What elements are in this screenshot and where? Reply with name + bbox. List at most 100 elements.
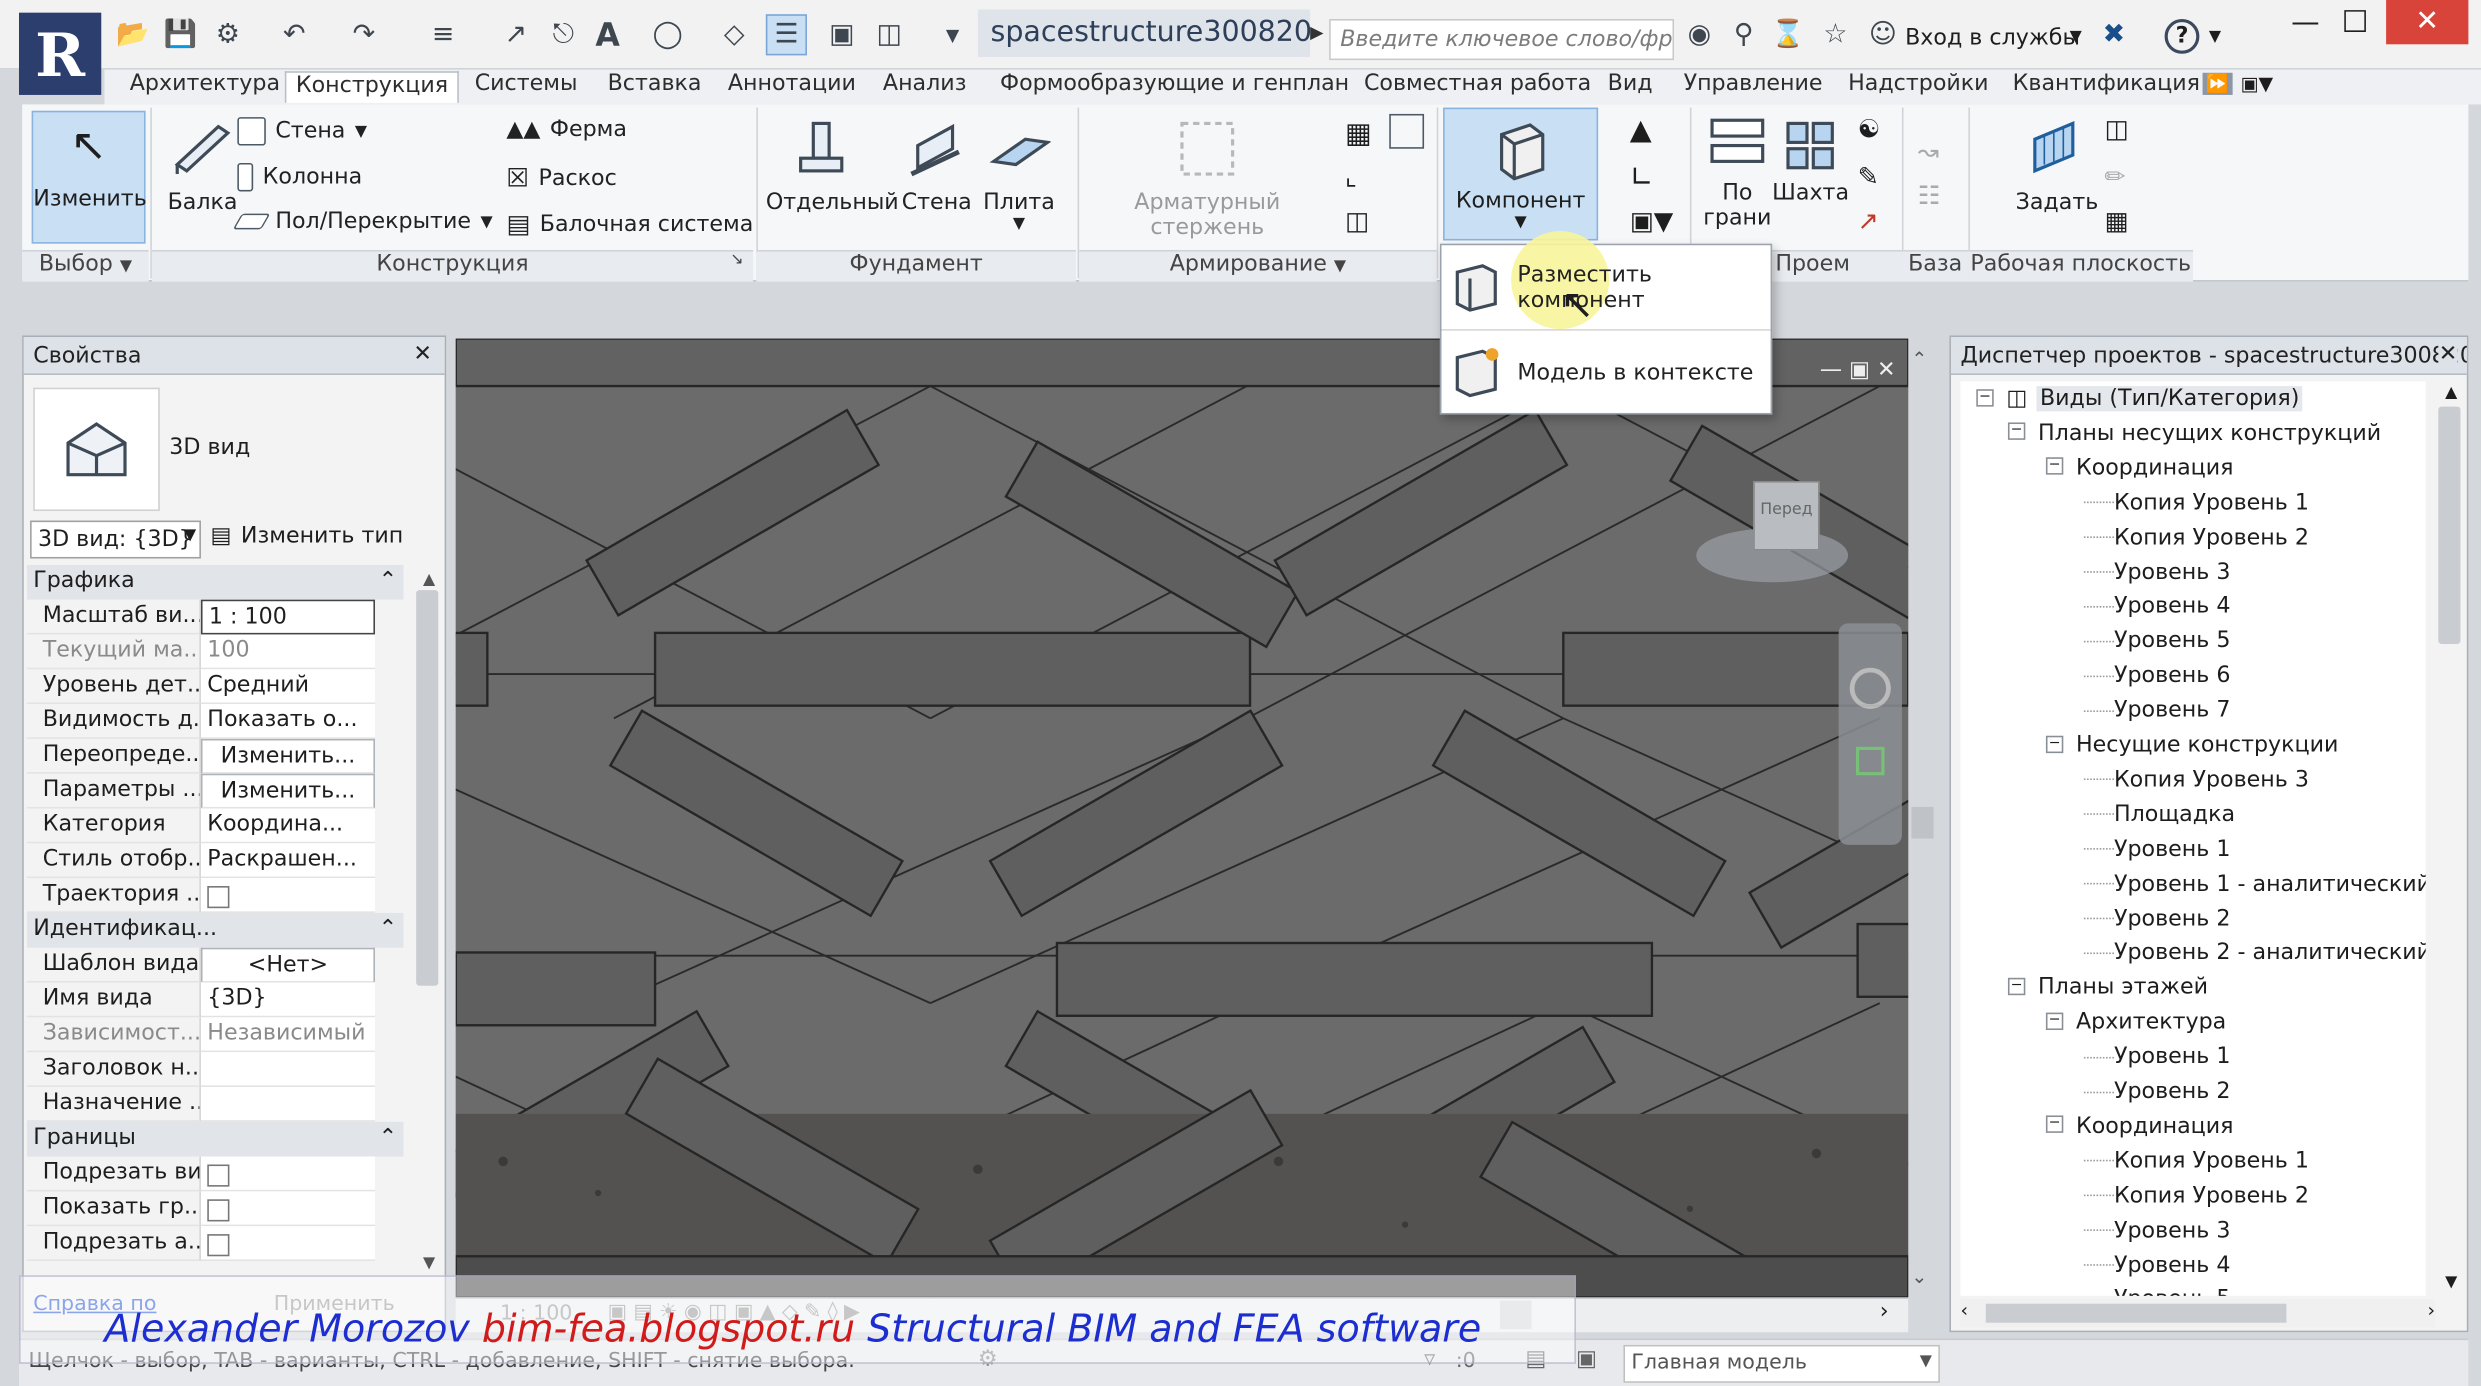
- viewport-vscroll-down-icon[interactable]: ⌄: [1911, 1266, 1927, 1288]
- tree-view-item[interactable]: Площадка: [2083, 797, 2235, 832]
- search-input[interactable]: Введите ключевое слово/фразу: [1329, 18, 1675, 61]
- tree-collapse-icon[interactable]: −: [2007, 423, 2026, 441]
- floor-button[interactable]: Пол/Перекрытие ▼: [232, 209, 493, 234]
- subscription-icon[interactable]: ⚲: [1728, 19, 1760, 51]
- wall-opening-icon[interactable]: ☯: [1858, 114, 1881, 144]
- navigation-bar[interactable]: [1838, 623, 1902, 845]
- steering-wheel-icon[interactable]: [1849, 667, 1891, 709]
- tabs-overflow-icon[interactable]: ⏩: [2202, 72, 2233, 95]
- tree-hscroll-left-icon[interactable]: ‹: [1960, 1299, 1968, 1321]
- active-model-selector[interactable]: Главная модель ▼: [1623, 1344, 1940, 1383]
- tab-view[interactable]: Вид: [1608, 71, 1653, 103]
- tree-view-item[interactable]: Уровень 2: [2083, 901, 2230, 936]
- thin-lines-icon[interactable]: ☰: [765, 14, 807, 56]
- editable-only-icon[interactable]: ▣: [1576, 1346, 1597, 1371]
- viewport-vscroll-up-icon[interactable]: ⌃: [1911, 348, 1927, 370]
- tree-collapse-icon[interactable]: −: [2045, 1012, 2064, 1030]
- help-icon[interactable]: ?: [2164, 18, 2200, 54]
- tree-view-item[interactable]: Уровень 4: [2083, 1248, 2230, 1283]
- tab-annotate[interactable]: Аннотации: [728, 71, 856, 103]
- props-scrollbar[interactable]: [416, 590, 439, 986]
- measure-icon[interactable]: ≡: [427, 19, 459, 51]
- tree-node[interactable]: − ◫ Виды (Тип/Категория): [1976, 381, 2303, 416]
- model-text-icon[interactable]: ▲: [1630, 114, 1652, 147]
- signin-button[interactable]: Вход в службы: [1905, 25, 2080, 50]
- tab-structure[interactable]: Конструкция: [284, 71, 460, 103]
- property-section[interactable]: Графика ⌃: [26, 564, 404, 600]
- show-workplane-icon[interactable]: ◫: [2104, 114, 2128, 144]
- tree-node[interactable]: − Несущие конструкции: [2045, 728, 2338, 763]
- model-in-place-item[interactable]: Модель в контексте: [1448, 337, 1768, 410]
- collapse-chevron-icon[interactable]: ⌃: [379, 1125, 398, 1153]
- minimize-ribbon-icon[interactable]: ▣▼: [2241, 73, 2274, 95]
- tree-scroll-up-icon[interactable]: ▲: [2445, 384, 2457, 401]
- beam-system-button[interactable]: ▤ Балочная система: [506, 209, 753, 239]
- tree-node[interactable]: − Архитектура: [2045, 1005, 2226, 1040]
- communication-icon[interactable]: ⌛: [1771, 19, 1805, 51]
- view-type-selector[interactable]: 3D вид: {3D} ▼: [30, 520, 201, 559]
- property-checkbox[interactable]: [207, 1234, 230, 1257]
- model-line-icon[interactable]: ∟: [1630, 161, 1654, 194]
- property-button[interactable]: Изменить...: [200, 738, 376, 774]
- tab-quantification[interactable]: Квантификация: [2013, 71, 2200, 103]
- tree-view-item[interactable]: Уровень 5: [2084, 1282, 2230, 1296]
- minimize-icon[interactable]: —: [2291, 6, 2319, 39]
- area-reinforcement-icon[interactable]: ▦: [1345, 117, 1372, 150]
- property-value[interactable]: Раскрашен...: [200, 843, 376, 879]
- tree-collapse-icon[interactable]: −: [2045, 1116, 2064, 1134]
- tree-hscrollbar[interactable]: ‹ ›: [1960, 1298, 2436, 1328]
- tree-collapse-icon[interactable]: −: [2045, 457, 2064, 476]
- by-face-button[interactable]: По грани: [1696, 114, 1778, 231]
- tree-collapse-icon[interactable]: −: [2007, 977, 2026, 995]
- property-value[interactable]: Показать о...: [200, 704, 376, 739]
- tree-view-item[interactable]: Уровень 6: [2083, 658, 2230, 693]
- tab-collaborate[interactable]: Совместная работа: [1364, 71, 1591, 103]
- vertical-opening-icon[interactable]: ✎: [1858, 161, 1879, 191]
- tree-view-item[interactable]: Копия Уровень 2: [2083, 520, 2309, 555]
- tree-view-item[interactable]: Копия Уровень 2: [2083, 1178, 2309, 1213]
- close-window-icon[interactable]: ✕: [2386, 0, 2469, 45]
- tree-hscroll-right-icon[interactable]: ›: [2428, 1299, 2436, 1321]
- tree-node[interactable]: − Планы этажей: [2007, 970, 2208, 1005]
- aligned-dimension-icon[interactable]: ↗: [500, 19, 532, 51]
- tree-view-item[interactable]: Уровень 2: [2083, 1074, 2230, 1109]
- rebar-button[interactable]: Арматурный стержень: [1079, 117, 1335, 240]
- model-group-icon[interactable]: ▣▼: [1630, 206, 1673, 236]
- tree-collapse-icon[interactable]: −: [2045, 734, 2064, 753]
- sync-icon[interactable]: ⚙: [212, 19, 244, 51]
- props-scroll-up-icon[interactable]: ▲: [423, 571, 435, 588]
- tree-view-item[interactable]: Уровень 3: [2083, 1213, 2230, 1248]
- place-component-item[interactable]: Разместить компонент: [1448, 231, 1768, 330]
- tree-view-item[interactable]: Уровень 5: [2083, 624, 2230, 659]
- tree-collapse-icon[interactable]: −: [1976, 388, 1994, 406]
- property-section[interactable]: Идентификац... ⌃: [26, 912, 404, 948]
- property-value[interactable]: Координа...: [200, 808, 376, 844]
- collapse-chevron-icon[interactable]: ⌃: [379, 568, 398, 596]
- tree-view-item[interactable]: Уровень 4: [2083, 589, 2230, 624]
- qat-dropdown-icon[interactable]: ▼: [937, 19, 969, 51]
- component-button[interactable]: Компонент ▼: [1443, 107, 1599, 241]
- property-checkbox[interactable]: [207, 1164, 230, 1187]
- brace-button[interactable]: ☒ Раскос: [506, 163, 616, 193]
- rebar-coupler-icon[interactable]: ◫: [1345, 206, 1369, 236]
- switch-windows-icon[interactable]: ◫: [873, 19, 905, 51]
- property-section[interactable]: Границы ⌃: [26, 1121, 404, 1157]
- panel-reinforcement-label[interactable]: Армирование ▼: [1079, 249, 1437, 282]
- tag-icon[interactable]: ⎋: [547, 19, 579, 51]
- tree-view-item[interactable]: Копия Уровень 1: [2083, 1144, 2309, 1179]
- revit-logo-button[interactable]: R: [18, 12, 102, 95]
- tab-massing-site[interactable]: Формообразующие и генплан: [1000, 71, 1349, 103]
- save-icon[interactable]: 💾: [164, 19, 198, 51]
- collapse-chevron-icon[interactable]: ⌃: [379, 916, 398, 944]
- exchange-apps-icon[interactable]: ✖: [2098, 19, 2130, 51]
- 3d-view-icon[interactable]: ◯: [652, 19, 684, 51]
- tab-addins[interactable]: Надстройки: [1848, 71, 1988, 103]
- property-button[interactable]: Изменить...: [200, 773, 376, 809]
- tree-view-item[interactable]: Копия Уровень 3: [2083, 762, 2309, 797]
- property-value[interactable]: 100: [200, 634, 376, 670]
- signin-dropdown-icon[interactable]: ▼: [2070, 28, 2082, 45]
- properties-close-icon[interactable]: ✕: [413, 342, 432, 367]
- property-value[interactable]: [200, 1052, 376, 1087]
- tree-node[interactable]: − Планы несущих конструкций: [2007, 416, 2381, 451]
- property-value[interactable]: Независимый: [200, 1017, 376, 1053]
